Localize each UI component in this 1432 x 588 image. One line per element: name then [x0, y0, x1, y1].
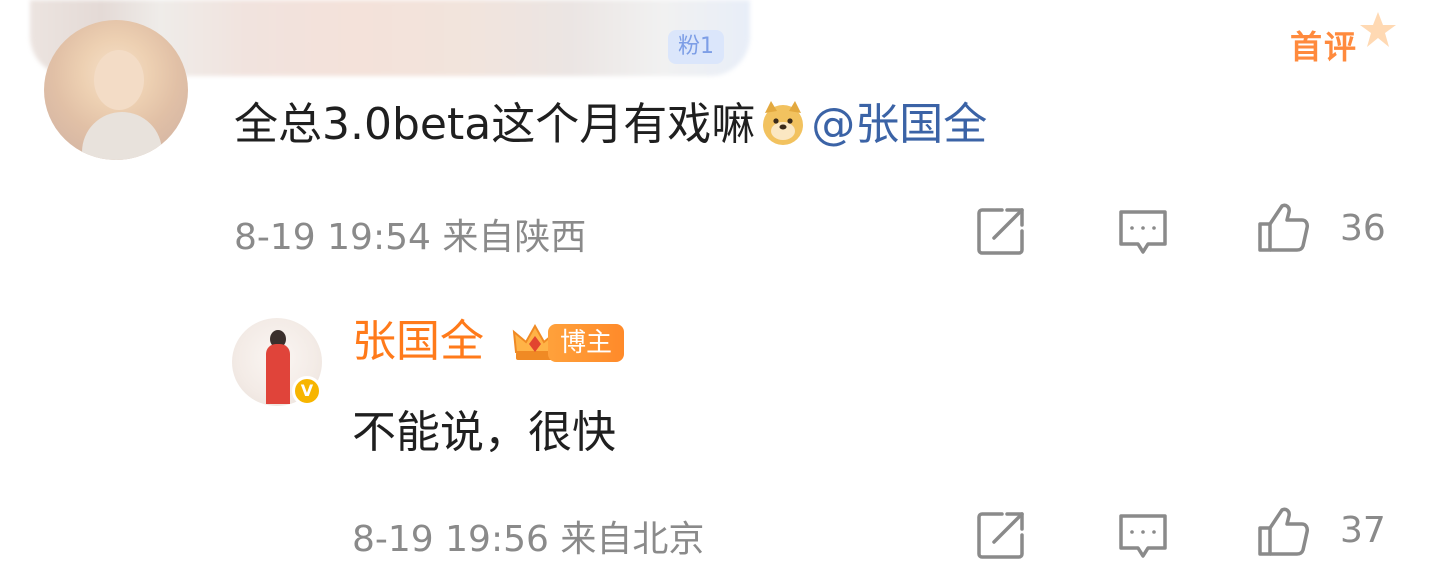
comment-thread: 粉1 首评 全总3.0beta这个月有戏嘛 @张国全 8-19 19:54 来自…	[0, 0, 1432, 588]
star-icon	[1360, 12, 1397, 47]
reply-time: 19:56	[445, 519, 549, 560]
comment-date: 8-19	[234, 217, 316, 258]
reply-meta: 8-19 19:56 来自北京	[352, 510, 704, 562]
reply-date: 8-19	[352, 519, 434, 560]
comment-text-body: 全总3.0beta这个月有戏嘛	[234, 99, 756, 150]
reply-author-name[interactable]: 张国全	[352, 312, 484, 372]
comment-meta: 8-19 19:54 来自陕西	[234, 208, 586, 260]
reply-location: 来自北京	[560, 519, 705, 560]
fan-badge: 粉1	[668, 30, 724, 64]
like-icon[interactable]	[1256, 504, 1310, 558]
like-count: 37	[1340, 510, 1386, 551]
comment-location: 来自陕西	[442, 217, 587, 258]
share-icon[interactable]	[974, 204, 1028, 258]
like-count: 36	[1340, 208, 1386, 249]
share-icon[interactable]	[974, 508, 1028, 562]
comment-icon[interactable]	[1116, 510, 1170, 564]
like-icon[interactable]	[1256, 200, 1310, 254]
reply-text: 不能说，很快	[352, 407, 616, 458]
blogger-badge: 博主	[548, 324, 625, 362]
comment-text: 全总3.0beta这个月有戏嘛 @张国全	[234, 90, 987, 160]
comment-time: 19:54	[327, 217, 431, 258]
mention-link[interactable]: @张国全	[811, 99, 987, 150]
verified-icon: V	[292, 376, 322, 406]
first-comment-badge: 首评	[1290, 12, 1397, 68]
doge-emoji-icon	[763, 101, 804, 145]
comment-icon[interactable]	[1116, 206, 1170, 260]
commenter-avatar[interactable]	[44, 20, 188, 160]
